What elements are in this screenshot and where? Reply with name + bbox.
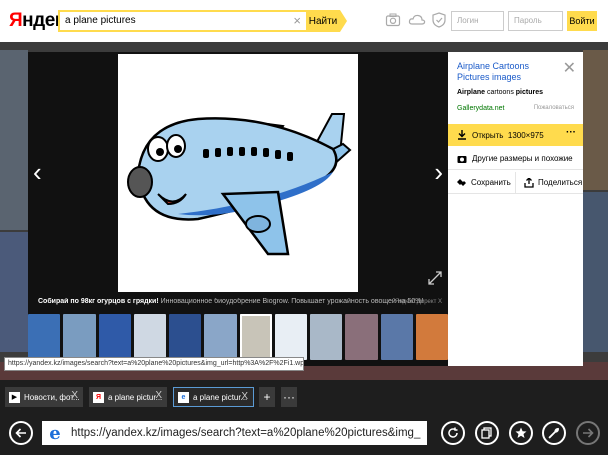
- close-icon[interactable]: ✕: [563, 58, 576, 78]
- image-source-title[interactable]: Airplane Cartoons Pictures images: [457, 61, 557, 83]
- back-arrow-icon: [15, 428, 26, 438]
- star-icon: [515, 427, 527, 438]
- tab-options-button[interactable]: ···: [281, 387, 297, 407]
- airplane-cartoon-image[interactable]: [118, 54, 358, 292]
- browser-tab-bar: ▶ Новости, фот... X Я a plane pictur... …: [0, 380, 608, 414]
- thumbnail-1[interactable]: [28, 314, 61, 360]
- ie-logo-icon: e: [49, 422, 61, 444]
- fullscreen-expand-icon[interactable]: [428, 271, 442, 288]
- url-text: https://yandex.kz/images/search?text=a%2…: [71, 427, 421, 439]
- tab-news[interactable]: ▶ Новости, фот... X: [5, 387, 83, 407]
- thumbnail-strip: [28, 314, 448, 360]
- new-tab-button[interactable]: +: [259, 387, 275, 407]
- tabs-icon: [481, 427, 492, 439]
- camera-search-icon[interactable]: [385, 12, 401, 28]
- thumbnail-6[interactable]: [204, 314, 237, 360]
- yandex-favicon: Я: [93, 391, 104, 403]
- wrench-icon: [548, 427, 559, 439]
- thumbnail-8[interactable]: [274, 314, 307, 360]
- thumbnail-9[interactable]: [310, 314, 343, 360]
- browser-address-bar: e https://yandex.kz/images/search?text=a…: [0, 414, 608, 455]
- thumbnail-7[interactable]: [239, 314, 272, 360]
- more-options-icon[interactable]: ···: [566, 127, 576, 138]
- save-share-row: Сохранить Поделиться: [448, 172, 583, 194]
- open-image-button[interactable]: Открыть 1300×975 ···: [448, 124, 583, 146]
- search-query-text: a plane pictures: [65, 15, 136, 26]
- thumbnail-12[interactable]: [415, 314, 448, 360]
- tab-plane-pictures-active[interactable]: e a plane pictur... X: [173, 387, 254, 407]
- refresh-button[interactable]: [441, 421, 465, 445]
- camera-icon: [457, 155, 467, 163]
- share-icon: [524, 177, 534, 188]
- thumbnail-3[interactable]: [98, 314, 131, 360]
- next-image-arrow[interactable]: ›: [434, 157, 443, 188]
- forward-arrow-icon: [583, 428, 594, 438]
- news-tab-favicon: ▶: [9, 391, 20, 403]
- close-tab-icon[interactable]: X: [241, 391, 248, 402]
- tools-button[interactable]: [542, 421, 566, 445]
- back-button[interactable]: [9, 421, 33, 445]
- image-viewer: ‹ › Собирай по 98кг огурцов с грядки! Ин…: [28, 52, 448, 366]
- ad-label[interactable]: Яндекс.Директ X: [395, 299, 442, 305]
- complain-link[interactable]: Пожаловаться: [534, 105, 574, 111]
- download-icon: [458, 130, 466, 140]
- thumbnail-11[interactable]: [380, 314, 413, 360]
- url-input[interactable]: e https://yandex.kz/images/search?text=a…: [42, 421, 427, 445]
- thumbnail-10[interactable]: [345, 314, 378, 360]
- save-button[interactable]: Сохранить: [448, 172, 516, 193]
- thumbnail-5[interactable]: [169, 314, 202, 360]
- search-input[interactable]: a plane pictures ×: [58, 10, 308, 32]
- thumbnail-4[interactable]: [133, 314, 166, 360]
- previous-image-arrow[interactable]: ‹: [33, 157, 42, 188]
- image-size: 1300×975: [507, 130, 544, 140]
- ad-caption[interactable]: Собирай по 98кг огурцов с грядки! Иннова…: [38, 298, 443, 305]
- tab-plane-pictures-1[interactable]: Я a plane pictur... X: [89, 387, 167, 407]
- other-sizes-button[interactable]: Другие размеры и похожие: [448, 148, 583, 170]
- source-site-link[interactable]: Gallerydata.net: [457, 105, 504, 112]
- collection-icon: [457, 178, 466, 186]
- close-tab-icon[interactable]: X: [155, 390, 162, 401]
- share-button[interactable]: Поделиться: [516, 172, 583, 193]
- search-button[interactable]: Найти: [306, 10, 347, 32]
- password-field[interactable]: Пароль: [508, 11, 563, 31]
- tabs-view-button[interactable]: [475, 421, 499, 445]
- favorites-button[interactable]: [509, 421, 533, 445]
- forward-button[interactable]: [576, 421, 600, 445]
- yandex-header: Яндекс a plane pictures × Найти Логин Па…: [0, 0, 608, 42]
- thumbnail-2[interactable]: [63, 314, 96, 360]
- login-button[interactable]: Войти: [567, 11, 597, 31]
- image-description: Airplane cartoons pictures: [457, 89, 544, 96]
- close-tab-icon[interactable]: X: [71, 390, 78, 401]
- clear-search-icon[interactable]: ×: [293, 13, 301, 28]
- image-info-panel: Airplane Cartoons Pictures images ✕ Airp…: [448, 52, 583, 366]
- weather-cloud-icon[interactable]: [408, 12, 426, 28]
- status-url-tooltip: https://yandex.kz/images/search?text=a%2…: [4, 357, 304, 371]
- login-field[interactable]: Логин: [451, 11, 504, 31]
- ie-favicon: e: [178, 391, 189, 403]
- shield-icon[interactable]: [432, 12, 448, 28]
- refresh-icon: [448, 427, 458, 438]
